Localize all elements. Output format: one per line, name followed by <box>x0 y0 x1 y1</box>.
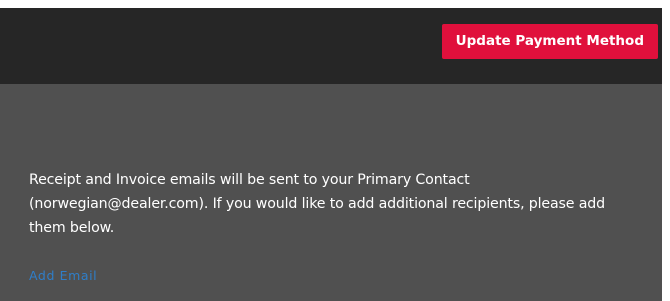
recipient-notice-text: Receipt and Invoice emails will be sent … <box>29 168 654 240</box>
notice-line-3: them below. <box>29 220 115 236</box>
add-email-link[interactable]: Add Email <box>29 268 97 283</box>
notice-line-2: (norwegian@dealer.com). If you would lik… <box>29 196 605 212</box>
billing-header-bar: Update Payment Method <box>0 8 662 84</box>
billing-panel: Update Payment Method Receipt and Invoic… <box>0 8 662 301</box>
update-payment-method-button[interactable]: Update Payment Method <box>441 24 658 59</box>
notice-line-1: Receipt and Invoice emails will be sent … <box>29 172 470 188</box>
